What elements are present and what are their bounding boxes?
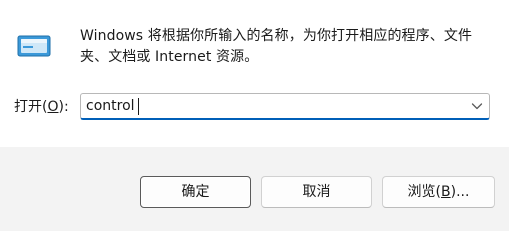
- open-label: 打开(O):: [14, 98, 69, 116]
- dialog-description: Windows 将根据你所输入的名称，为你打开相应的程序、文件夹、文档或 Int…: [80, 28, 473, 65]
- cancel-button[interactable]: 取消: [261, 176, 372, 208]
- run-dialog: Windows 将根据你所输入的名称，为你打开相应的程序、文件夹、文档或 Int…: [0, 0, 509, 231]
- text-cursor: [138, 98, 139, 115]
- open-label-suffix: ):: [58, 99, 69, 115]
- browse-label-prefix: 浏览(: [407, 184, 442, 200]
- chevron-down-icon[interactable]: [469, 98, 485, 114]
- ok-button[interactable]: 确定: [140, 176, 251, 208]
- browse-button[interactable]: 浏览(B)...: [382, 176, 495, 208]
- open-label-prefix: 打开(: [14, 99, 48, 115]
- open-combobox[interactable]: [80, 93, 490, 120]
- open-label-accelerator: O: [47, 99, 59, 115]
- browse-label-suffix: )...: [450, 184, 470, 200]
- dialog-content: Windows 将根据你所输入的名称，为你打开相应的程序、文件夹、文档或 Int…: [0, 0, 509, 147]
- browse-label-accelerator: B: [441, 184, 451, 200]
- run-dialog-icon: [17, 35, 51, 57]
